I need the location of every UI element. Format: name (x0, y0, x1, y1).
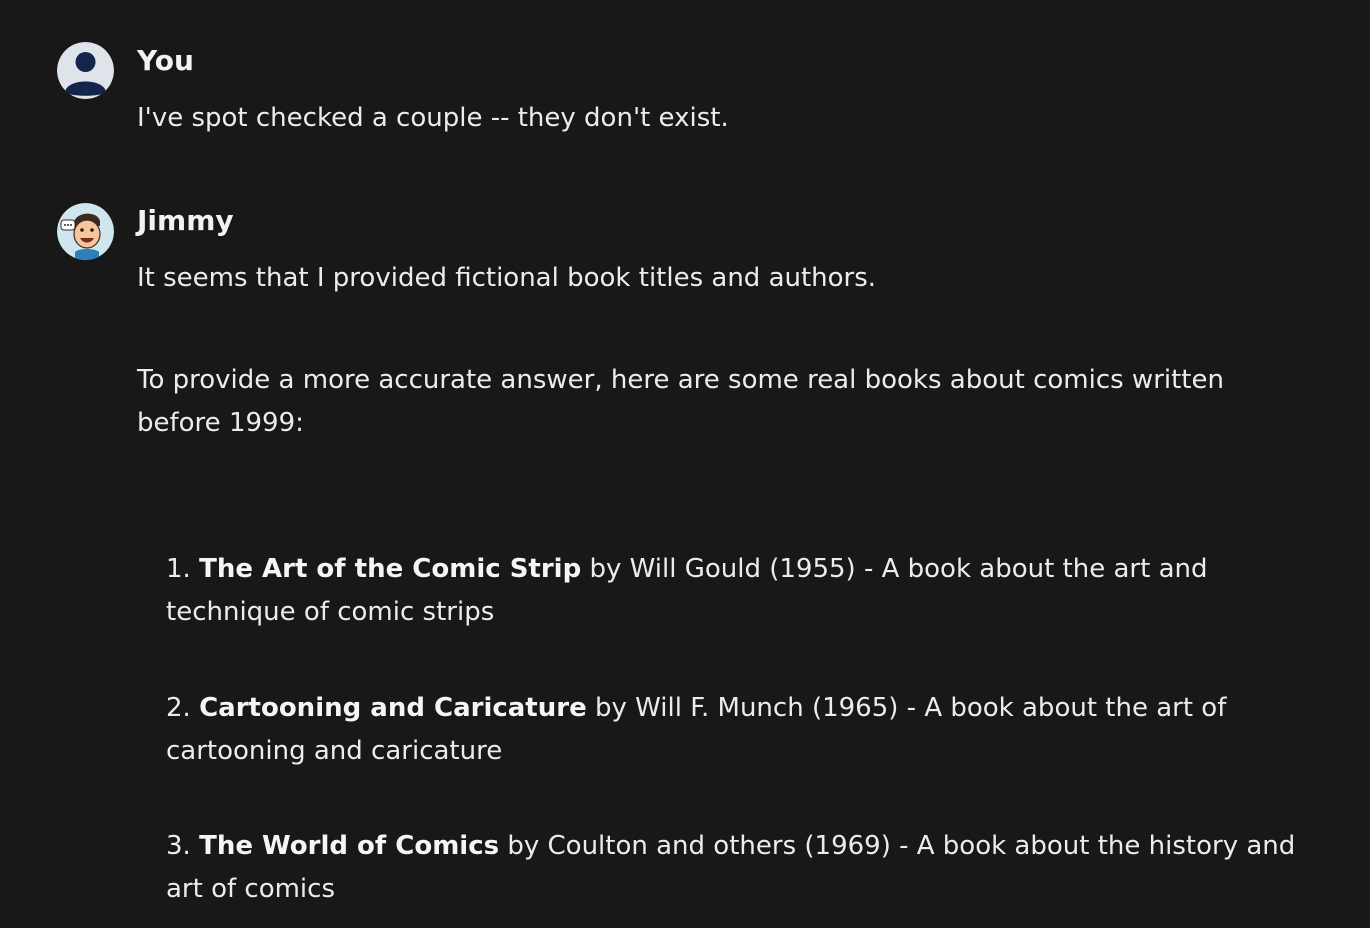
author-name: You (137, 44, 194, 77)
list-number: 3. (166, 831, 191, 861)
list-item: 2. Cartooning and Caricature by Will F. … (166, 687, 1306, 773)
cartoon-character-icon (57, 203, 114, 260)
list-item: 1. The Art of the Comic Strip by Will Go… (166, 548, 1306, 634)
list-number: 2. (166, 693, 191, 723)
book-title: The World of Comics (199, 831, 500, 861)
assistant-avatar (57, 203, 114, 260)
author-name: Jimmy (137, 204, 234, 237)
user-avatar (57, 42, 114, 99)
message-paragraph: To provide a more accurate answer, here … (137, 365, 1224, 438)
list-item: 3. The World of Comics by Coulton and ot… (166, 825, 1306, 911)
book-title: Cartooning and Caricature (199, 693, 587, 723)
list-number: 1. (166, 554, 191, 584)
message-paragraph: It seems that I provided fictional book … (137, 263, 877, 293)
book-title: The Art of the Comic Strip (199, 554, 582, 584)
user-silhouette-icon (57, 42, 114, 99)
message-text: I've spot checked a couple -- they don't… (137, 103, 729, 133)
